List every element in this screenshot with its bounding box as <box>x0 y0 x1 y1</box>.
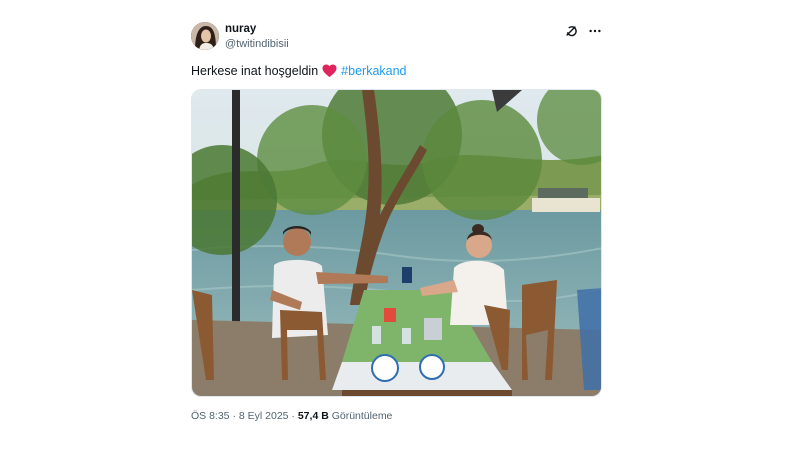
avatar[interactable] <box>191 22 219 50</box>
views-count: 57,4 B <box>297 410 329 422</box>
tweet-photo[interactable] <box>191 89 602 397</box>
tweet-header: nuray @twitindibisii <box>191 20 603 54</box>
grok-icon[interactable] <box>563 23 579 39</box>
hashtag-link[interactable]: #berkakand <box>341 63 406 79</box>
heart-icon <box>322 64 337 78</box>
author-names: nuray @twitindibisii <box>225 22 289 51</box>
more-icon[interactable] <box>587 23 603 39</box>
tweet-text-body: Herkese inat hoşgeldin <box>191 64 319 78</box>
user-handle[interactable]: @twitindibisii <box>225 37 289 51</box>
separator: · <box>291 410 295 422</box>
views-label: Görüntüleme <box>331 410 393 422</box>
post-time[interactable]: ÖS 8:35 <box>191 410 230 422</box>
display-name[interactable]: nuray <box>225 22 289 36</box>
tweet-meta: ÖS 8:35 · 8 Eyl 2025 · 57,4 B Görüntülem… <box>191 410 603 422</box>
tweet-text: Herkese inat hoşgeldin #berkakand <box>191 63 603 79</box>
post-date[interactable]: 8 Eyl 2025 <box>239 410 289 422</box>
header-actions <box>563 23 603 39</box>
separator: · <box>232 410 236 422</box>
tweet: nuray @twitindibisii Herkese inat hoşgel… <box>191 20 603 422</box>
